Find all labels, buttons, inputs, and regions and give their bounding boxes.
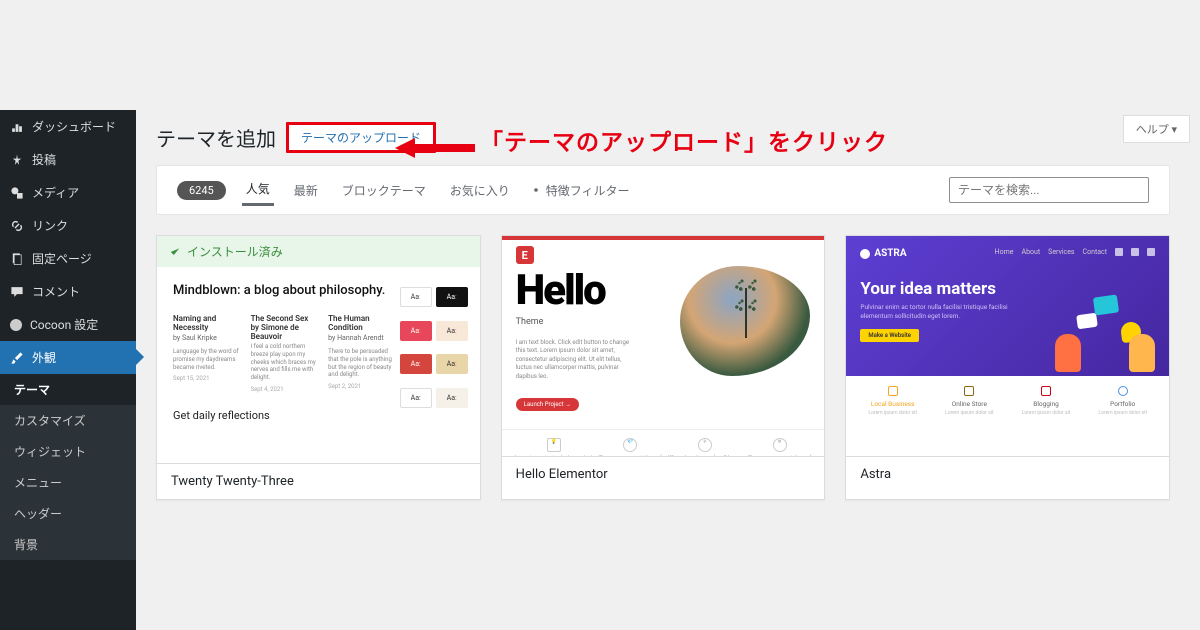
themes-grid: インストール済み Mindblown: a blog about philoso… bbox=[136, 215, 1190, 520]
page-title: テーマを追加 bbox=[156, 123, 276, 152]
link-icon bbox=[10, 219, 24, 233]
sidebar-item-appearance[interactable]: 外観 bbox=[0, 341, 136, 374]
submenu-background[interactable]: 背景 bbox=[0, 529, 136, 560]
submenu-menus[interactable]: メニュー bbox=[0, 467, 136, 498]
theme-card-hello-elementor[interactable]: E Hello Theme I am text block. Click edi… bbox=[501, 235, 826, 500]
appearance-submenu: テーマ カスタマイズ ウィジェット メニュー ヘッダー 背景 bbox=[0, 374, 136, 560]
filter-tab-popular[interactable]: 人気 bbox=[242, 174, 274, 206]
theme-card-twentytwentythree[interactable]: インストール済み Mindblown: a blog about philoso… bbox=[156, 235, 481, 500]
color-swatches: Aa: Aa: Aa: Aa: Aa: Aa: Aa: Aa: bbox=[396, 283, 470, 422]
sidebar-label: Cocoon 設定 bbox=[30, 316, 98, 333]
feature-filter-button[interactable]: 特徴フィルター bbox=[530, 182, 630, 199]
theme-card-astra[interactable]: ASTRA Home About Services Contact Your i… bbox=[845, 235, 1170, 500]
sidebar-item-links[interactable]: リンク bbox=[0, 209, 136, 242]
theme-name: Hello Elementor bbox=[502, 456, 825, 492]
gear-icon bbox=[530, 184, 542, 196]
sidebar-label: 外観 bbox=[32, 349, 56, 366]
submenu-customize[interactable]: カスタマイズ bbox=[0, 405, 136, 436]
theme-search-input[interactable] bbox=[949, 177, 1149, 203]
sidebar-item-pages[interactable]: 固定ページ bbox=[0, 242, 136, 275]
installed-banner: インストール済み bbox=[157, 236, 480, 267]
theme-name: Astra bbox=[846, 456, 1169, 492]
hero-image bbox=[680, 266, 810, 376]
filter-tab-favorites[interactable]: お気に入り bbox=[446, 176, 514, 205]
theme-preview: ASTRA Home About Services Contact Your i… bbox=[846, 236, 1169, 456]
theme-search-box bbox=[949, 177, 1149, 203]
comment-icon bbox=[10, 285, 24, 299]
theme-filter-bar: 6245 人気 最新 ブロックテーマ お気に入り 特徴フィルター bbox=[156, 165, 1170, 215]
brush-icon bbox=[10, 351, 24, 365]
sidebar-label: ダッシュボード bbox=[32, 118, 116, 135]
main-content: テーマを追加 テーマのアップロード 6245 人気 最新 ブロックテーマ お気に… bbox=[136, 110, 1190, 520]
sidebar-label: 固定ページ bbox=[32, 250, 92, 267]
check-icon bbox=[169, 246, 181, 258]
admin-sidebar: ダッシュボード 投稿 メディア リンク 固定ページ コメント Cocoon 設定… bbox=[0, 110, 136, 630]
sidebar-item-dashboard[interactable]: ダッシュボード bbox=[0, 110, 136, 143]
filter-tab-latest[interactable]: 最新 bbox=[290, 176, 322, 205]
theme-preview: E Hello Theme I am text block. Click edi… bbox=[502, 236, 825, 456]
sidebar-item-cocoon[interactable]: Cocoon 設定 bbox=[0, 308, 136, 341]
filter-tab-block[interactable]: ブロックテーマ bbox=[338, 176, 430, 205]
submenu-themes[interactable]: テーマ bbox=[0, 374, 136, 405]
dashboard-icon bbox=[10, 120, 24, 134]
sidebar-label: メディア bbox=[32, 184, 79, 201]
annotation-arrow bbox=[395, 136, 475, 160]
pin-icon bbox=[10, 153, 24, 167]
cocoon-icon bbox=[10, 319, 22, 331]
hero-illustration bbox=[1043, 282, 1163, 372]
sidebar-label: 投稿 bbox=[32, 151, 56, 168]
sidebar-item-comments[interactable]: コメント bbox=[0, 275, 136, 308]
theme-count-badge: 6245 bbox=[177, 181, 226, 200]
page-icon bbox=[10, 252, 24, 266]
sidebar-item-posts[interactable]: 投稿 bbox=[0, 143, 136, 176]
sidebar-item-media[interactable]: メディア bbox=[0, 176, 136, 209]
submenu-widgets[interactable]: ウィジェット bbox=[0, 436, 136, 467]
sidebar-label: コメント bbox=[32, 283, 80, 300]
media-icon bbox=[10, 186, 24, 200]
theme-name: Twenty Twenty-Three bbox=[157, 463, 480, 499]
annotation-text: 「テーマのアップロード」をクリック bbox=[480, 123, 888, 157]
submenu-header[interactable]: ヘッダー bbox=[0, 498, 136, 529]
theme-preview: Mindblown: a blog about philosophy. Nami… bbox=[157, 267, 480, 463]
sidebar-label: リンク bbox=[32, 217, 68, 234]
